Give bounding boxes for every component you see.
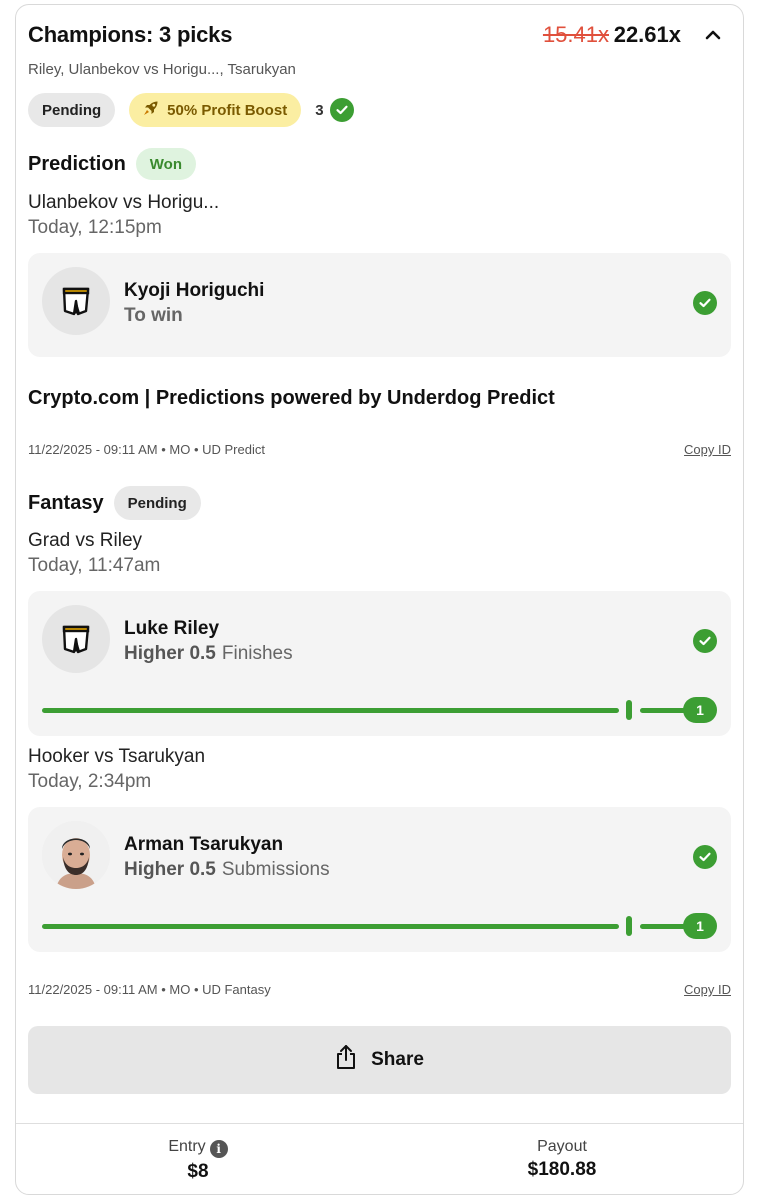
share-icon (335, 1044, 357, 1076)
status-badge: Pending (28, 93, 116, 127)
pick-line-value: Higher 0.5 (124, 643, 216, 664)
payout-label: Payout (537, 1138, 587, 1155)
pick-player-name: Luke Riley (124, 618, 220, 639)
fantasy-pick-card[interactable]: Arman Tsarukyan Higher 0.5 Submissions 1 (28, 807, 731, 952)
prediction-pick-card[interactable]: Kyoji Horiguchi To win (28, 253, 731, 357)
progress-bar: 1 (42, 697, 717, 723)
payout-value: $180.88 (527, 1159, 597, 1180)
progress-threshold (626, 700, 632, 720)
avatar (42, 821, 110, 889)
footer-divider (16, 1123, 743, 1124)
pick-line: Higher 0.5 Submissions (124, 859, 330, 881)
progress-bar: 1 (42, 913, 717, 939)
share-label: Share (371, 1049, 424, 1070)
boosted-multiplier: 22.61x (613, 22, 681, 47)
prediction-match: Ulanbekov vs Horigu... (28, 192, 220, 213)
pick-stat: Finishes (221, 643, 293, 664)
fantasy-match: Grad vs Riley (28, 530, 143, 551)
pick-stat: Submissions (221, 859, 330, 880)
chevron-up-icon[interactable] (703, 25, 723, 45)
check-circle-icon (693, 291, 717, 315)
check-circle-icon (329, 98, 354, 122)
progress-fill (42, 924, 619, 929)
fantasy-time: Today, 11:47am (28, 555, 161, 576)
fantasy-meta: 11/22/2025 - 09:11 AM • MO • UD Fantasy (28, 982, 271, 997)
entry-badges: Pending 50% Profit Boost 3 (28, 93, 354, 127)
copy-id-link[interactable]: Copy ID (684, 982, 731, 997)
fantasy-heading: Fantasy (28, 491, 104, 514)
share-button[interactable]: Share (28, 1026, 731, 1094)
pick-line: Higher 0.5 Finishes (124, 643, 293, 665)
entry-title: Champions: 3 picks (28, 22, 233, 47)
predict-disclaimer: Crypto.com | Predictions powered by Unde… (28, 387, 555, 409)
prediction-heading: Prediction (28, 152, 126, 175)
checked-count-value: 3 (315, 101, 324, 119)
won-badge: Won (135, 148, 197, 180)
check-circle-icon (693, 845, 717, 869)
entry-value: $8 (187, 1161, 209, 1182)
rocket-icon (141, 98, 161, 122)
prediction-meta: 11/22/2025 - 09:11 AM • MO • UD Predict (28, 442, 265, 457)
pick-player-name: Kyoji Horiguchi (124, 280, 265, 301)
profit-boost-badge[interactable]: 50% Profit Boost (129, 93, 302, 127)
status-badge: Pending (113, 486, 201, 520)
info-icon[interactable]: i (209, 1140, 228, 1158)
progress-threshold (626, 916, 632, 936)
progress-value: 1 (683, 697, 717, 723)
shorts-icon (42, 267, 110, 335)
fantasy-time: Today, 2:34pm (28, 771, 152, 792)
copy-id-link[interactable]: Copy ID (684, 442, 731, 457)
pick-line: To win (124, 305, 183, 326)
entry-label-row: Entry i (16, 1138, 380, 1158)
fantasy-match: Hooker vs Tsarukyan (28, 746, 206, 767)
pick-player-name: Arman Tsarukyan (124, 834, 284, 855)
shorts-icon (42, 605, 110, 673)
check-circle-icon (693, 629, 717, 653)
fantasy-pick-card[interactable]: Luke Riley Higher 0.5 Finishes 1 (28, 591, 731, 736)
entry-card: Champions: 3 picks 15.41x 22.61x Riley, … (15, 4, 744, 1195)
progress-value: 1 (683, 913, 717, 939)
prediction-header: Prediction Won (28, 148, 197, 180)
old-multiplier: 15.41x (542, 22, 609, 47)
fantasy-header: Fantasy Pending (28, 486, 201, 520)
entry-subtitle: Riley, Ulanbekov vs Horigu..., Tsarukyan (28, 61, 296, 78)
entry-label: Entry (168, 1138, 206, 1155)
progress-fill (42, 708, 619, 713)
entry-amount: Entry i $8 (16, 1138, 380, 1183)
payout-amount: Payout $180.88 (380, 1138, 743, 1181)
profit-boost-label: 50% Profit Boost (167, 101, 288, 119)
prediction-time: Today, 12:15pm (28, 217, 162, 238)
pick-line-value: Higher 0.5 (124, 859, 216, 880)
checked-count: 3 (315, 98, 354, 122)
